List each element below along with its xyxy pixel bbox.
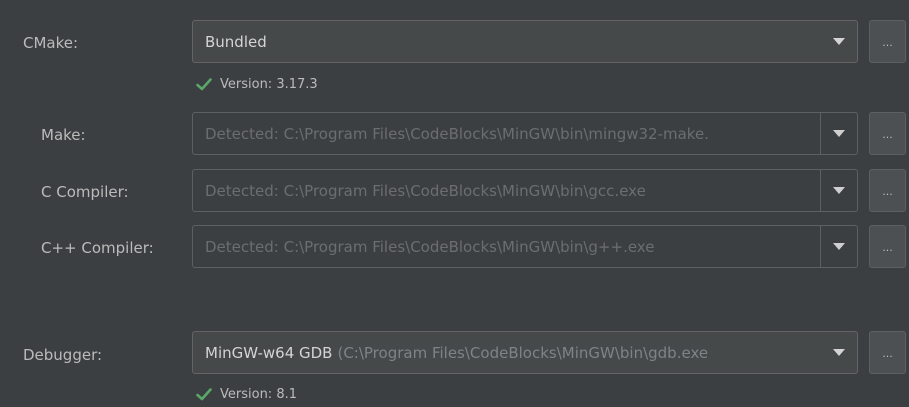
debugger-version-status: Version: 8.1	[196, 387, 297, 402]
check-icon	[196, 388, 212, 401]
chevron-down-icon[interactable]	[821, 332, 857, 373]
make-combobox-value: Detected: C:\Program Files\CodeBlocks\Mi…	[205, 124, 709, 143]
cmake-version-text: Version: 3.17.3	[220, 77, 318, 92]
chevron-down-icon[interactable]	[821, 226, 857, 267]
make-combobox[interactable]: Detected: C:\Program Files\CodeBlocks\Mi…	[192, 112, 858, 155]
debugger-combobox-value: MinGW-w64 GDB (C:\Program Files\CodeBlock…	[205, 332, 817, 373]
cmake-combobox-value: Bundled	[205, 32, 267, 51]
debugger-version-text: Version: 8.1	[220, 387, 297, 402]
c-compiler-combobox[interactable]: Detected: C:\Program Files\CodeBlocks\Mi…	[192, 169, 858, 212]
debugger-name: MinGW-w64 GDB	[205, 343, 333, 362]
cpp-compiler-combobox-value: Detected: C:\Program Files\CodeBlocks\Mi…	[205, 237, 655, 256]
make-browse-button[interactable]: ...	[869, 112, 906, 155]
cpp-compiler-combobox[interactable]: Detected: C:\Program Files\CodeBlocks\Mi…	[192, 225, 858, 268]
cpp-compiler-browse-button[interactable]: ...	[869, 225, 906, 268]
debugger-label: Debugger:	[23, 346, 103, 364]
debugger-combobox[interactable]: MinGW-w64 GDB (C:\Program Files\CodeBlock…	[192, 331, 858, 374]
cmake-combobox[interactable]: Bundled	[192, 20, 858, 63]
c-compiler-combobox-value: Detected: C:\Program Files\CodeBlocks\Mi…	[205, 181, 646, 200]
chevron-down-icon[interactable]	[821, 21, 857, 62]
make-label: Make:	[41, 126, 86, 144]
debugger-path: (C:\Program Files\CodeBlocks\MinGW\bin\g…	[337, 343, 709, 362]
cpp-compiler-label: C++ Compiler:	[41, 239, 154, 257]
chevron-down-icon[interactable]	[821, 113, 857, 154]
cmake-version-status: Version: 3.17.3	[196, 77, 318, 92]
cmake-label: CMake:	[23, 34, 79, 52]
debugger-browse-button[interactable]: ...	[869, 331, 906, 374]
check-icon	[196, 78, 212, 91]
chevron-down-icon[interactable]	[821, 170, 857, 211]
c-compiler-browse-button[interactable]: ...	[869, 169, 906, 212]
cmake-browse-button[interactable]: ...	[869, 20, 906, 63]
c-compiler-label: C Compiler:	[41, 183, 129, 201]
